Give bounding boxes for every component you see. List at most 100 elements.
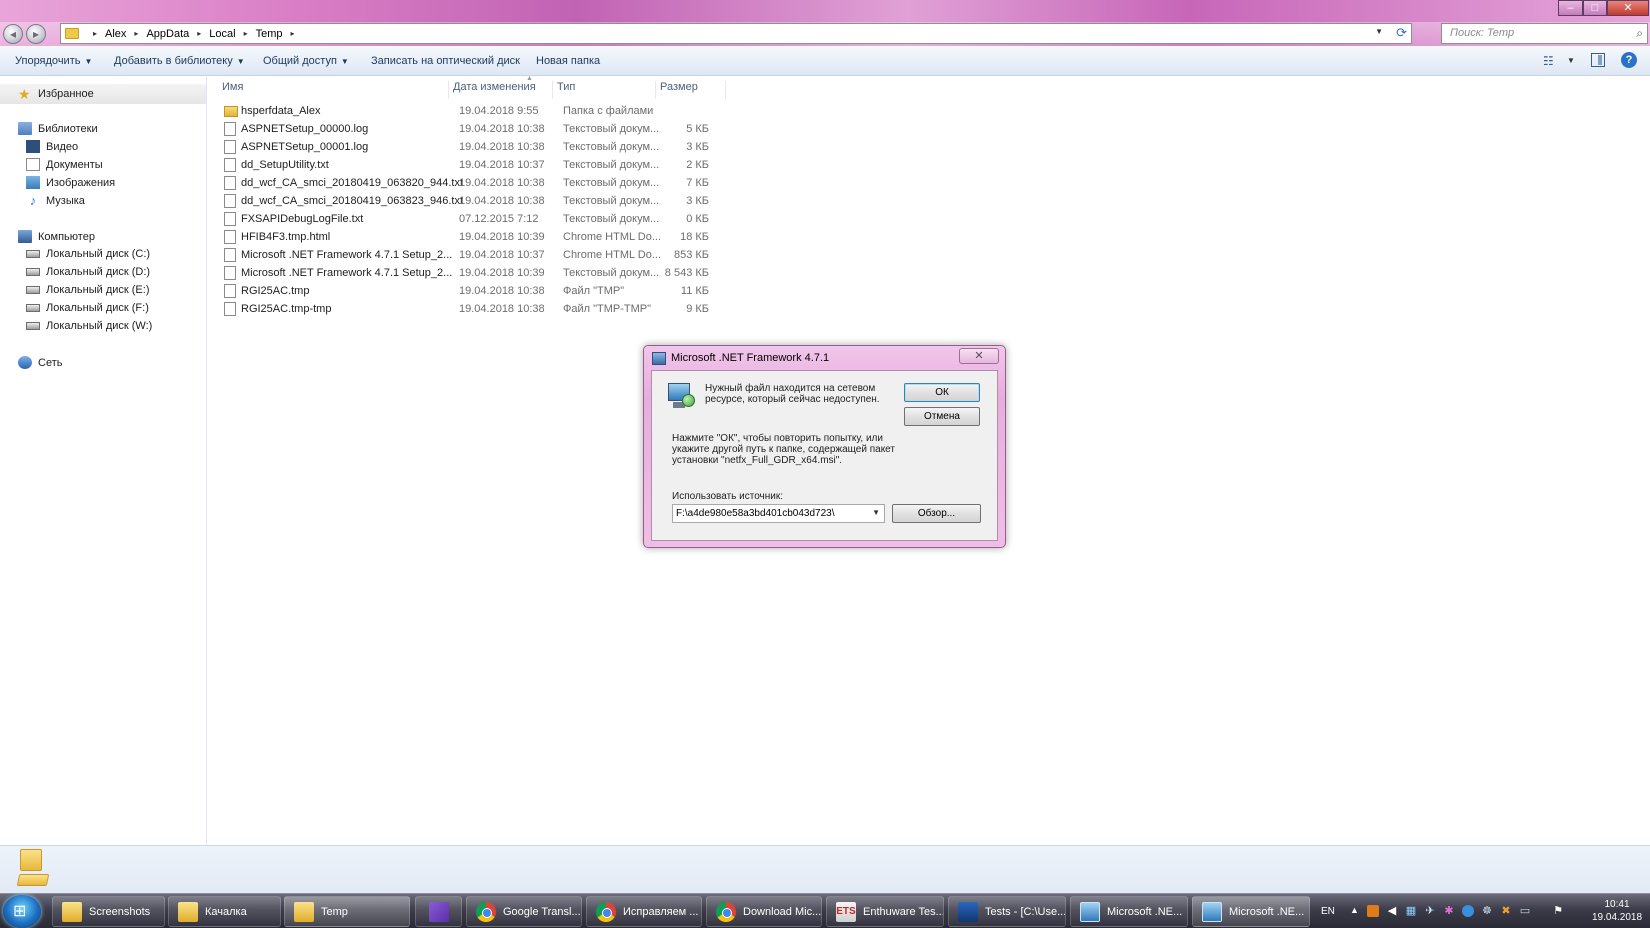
nav-drive-e[interactable]: Локальный диск (E:) (26, 284, 150, 296)
taskbar-item-kachalka[interactable]: Качалка (168, 896, 281, 927)
nav-video[interactable]: Видео (26, 140, 78, 153)
help-icon[interactable]: ? (1621, 52, 1637, 68)
tray-app-icon[interactable] (1367, 905, 1379, 917)
bluetooth-icon[interactable] (1462, 905, 1474, 917)
close-icon: ✕ (974, 350, 984, 362)
arrow-left-icon: ◂ (9, 27, 17, 41)
folder-icon (224, 106, 238, 117)
taskbar-item-google-translate[interactable]: Google Transl... (466, 896, 582, 927)
antenna-icon[interactable]: ✈ (1424, 905, 1436, 917)
tray-app-icon[interactable]: ✖ (1500, 905, 1512, 917)
details-pane (0, 845, 1650, 893)
nav-documents[interactable]: Документы (26, 158, 103, 171)
taskbar-item-enthuware[interactable]: ETS Enthuware Tes... (826, 896, 944, 927)
tray-expand-icon[interactable]: ▲ (1350, 905, 1359, 915)
nav-drive-f[interactable]: Локальный диск (F:) (26, 302, 149, 314)
nav-images[interactable]: Изображения (26, 176, 115, 189)
add-to-library-button[interactable]: Добавить в библиотеку ▼ (114, 55, 245, 67)
taskbar-item-screenshots[interactable]: Screenshots (52, 896, 165, 927)
file-row[interactable]: RGI25AC.tmp-tmp 19.04.2018 10:38 Файл "T… (220, 300, 920, 318)
nav-drive-c[interactable]: Локальный диск (C:) (26, 248, 150, 260)
drive-icon (26, 268, 40, 276)
file-icon (224, 140, 236, 154)
source-select[interactable]: F:\a4de980e58a3bd401cb043d723\ ▼ (672, 504, 885, 523)
column-header-date[interactable]: Дата изменения (449, 81, 553, 99)
taskbar-item-chrome-3[interactable]: Download Mic... (706, 896, 822, 927)
nav-favorites[interactable]: ★ Избранное (0, 84, 206, 104)
action-center-flag-icon[interactable]: ⚑ (1552, 905, 1564, 917)
breadcrumb-local[interactable]: Local ▸ (209, 28, 255, 40)
file-row[interactable]: RGI25AC.tmp 19.04.2018 10:38 Файл "TMP" … (220, 282, 920, 300)
column-header-size[interactable]: Размер (656, 81, 726, 99)
address-dropdown-icon[interactable]: ▼ (1375, 27, 1383, 36)
file-row[interactable]: Microsoft .NET Framework 4.7.1 Setup_2..… (220, 264, 920, 282)
taskbar-item-intellij[interactable]: Tests - [C:\Use... (948, 896, 1066, 927)
file-icon (224, 176, 236, 190)
breadcrumb-alex[interactable]: Alex ▸ (105, 28, 146, 40)
dotnet-setup-icon (652, 352, 666, 365)
navigation-pane: ★ Избранное Библиотеки Видео Документы И… (0, 77, 207, 845)
minimize-button[interactable]: – (1558, 0, 1583, 16)
nav-drive-w[interactable]: Локальный диск (W:) (26, 320, 152, 332)
taskbar-item-temp[interactable]: Temp (284, 896, 410, 927)
nav-libraries[interactable]: Библиотеки (18, 122, 98, 135)
tray-app-icon[interactable]: ✱ (1443, 905, 1455, 917)
ok-button[interactable]: ОК (904, 383, 980, 402)
folder-icon (16, 849, 50, 887)
dotnet-setup-icon (1080, 902, 1100, 922)
chevron-down-icon[interactable]: ▼ (1567, 56, 1575, 65)
address-bar[interactable]: ▸ Alex ▸ AppData ▸ Local ▸ Temp ▸ ▼ ⟳ (60, 23, 1412, 44)
file-row[interactable]: ASPNETSetup_00001.log 19.04.2018 10:38 Т… (220, 138, 920, 156)
nav-computer[interactable]: Компьютер (18, 230, 95, 243)
tray-app-icon[interactable]: ☸ (1481, 905, 1493, 917)
maximize-button[interactable]: □ (1583, 0, 1607, 16)
taskbar-item-chrome-2[interactable]: Исправляем ... (586, 896, 702, 927)
burn-disc-button[interactable]: Записать на оптический диск (371, 55, 520, 67)
folder-icon (178, 902, 198, 922)
network-tray-icon[interactable]: ▦ (1405, 905, 1417, 917)
start-button[interactable] (3, 895, 41, 928)
search-icon[interactable]: ⌕ (1636, 26, 1643, 41)
nav-network[interactable]: Сеть (18, 356, 62, 369)
monitor-icon[interactable]: ▭ (1519, 905, 1531, 917)
search-input[interactable]: Поиск: Temp ⌕ (1441, 23, 1648, 44)
file-icon (224, 230, 236, 244)
image-icon (26, 176, 40, 189)
cancel-button[interactable]: Отмена (904, 407, 980, 426)
folder-icon (62, 902, 82, 922)
file-row[interactable]: dd_SetupUtility.txt 19.04.2018 10:37 Тек… (220, 156, 920, 174)
chevron-down-icon: ▼ (340, 57, 349, 66)
forward-button[interactable]: ▸ (26, 24, 46, 44)
chevron-down-icon[interactable]: ▼ (872, 508, 880, 517)
preview-pane-icon[interactable] (1591, 53, 1605, 67)
breadcrumb-temp[interactable]: Temp ▸ (256, 28, 303, 40)
view-options-icon[interactable]: ☷ (1543, 54, 1554, 68)
volume-icon[interactable]: ◀ (1386, 905, 1398, 917)
back-button[interactable]: ◂ (3, 24, 23, 44)
system-clock[interactable]: 10:41 19.04.2018 (1592, 898, 1642, 924)
language-indicator[interactable]: EN (1321, 906, 1335, 917)
file-row[interactable]: FXSAPIDebugLogFile.txt 07.12.2015 7:12 Т… (220, 210, 920, 228)
breadcrumb-appdata[interactable]: AppData ▸ (146, 28, 209, 40)
file-row[interactable]: dd_wcf_CA_smci_20180419_063820_944.txt 1… (220, 174, 920, 192)
share-button[interactable]: Общий доступ ▼ (263, 55, 349, 67)
column-header-type[interactable]: Тип (553, 81, 656, 99)
refresh-icon[interactable]: ⟳ (1396, 25, 1407, 41)
visual-studio-icon (429, 902, 449, 922)
dialog-close-button[interactable]: ✕ (959, 348, 999, 364)
taskbar-item-dotnet-2[interactable]: Microsoft .NE... (1192, 896, 1310, 927)
nav-drive-d[interactable]: Локальный диск (D:) (26, 266, 150, 278)
file-row[interactable]: Microsoft .NET Framework 4.7.1 Setup_2..… (220, 246, 920, 264)
browse-button[interactable]: Обзор... (892, 504, 981, 523)
file-row[interactable]: HFIB4F3.tmp.html 19.04.2018 10:39 Chrome… (220, 228, 920, 246)
taskbar-item-visual-studio[interactable] (415, 896, 462, 927)
taskbar-item-dotnet-1[interactable]: Microsoft .NE... (1070, 896, 1188, 927)
organize-button[interactable]: Упорядочить ▼ (15, 55, 92, 67)
new-folder-button[interactable]: Новая папка (536, 55, 600, 67)
file-row[interactable]: hsperfdata_Alex 19.04.2018 9:55 Папка с … (220, 102, 920, 120)
file-row[interactable]: dd_wcf_CA_smci_20180419_063823_946.txt 1… (220, 192, 920, 210)
close-window-button[interactable]: ✕ (1607, 0, 1649, 16)
nav-music[interactable]: ♪ Музыка (26, 194, 85, 207)
file-row[interactable]: ASPNETSetup_00000.log 19.04.2018 10:38 Т… (220, 120, 920, 138)
column-header-name[interactable]: Имя (218, 81, 449, 99)
